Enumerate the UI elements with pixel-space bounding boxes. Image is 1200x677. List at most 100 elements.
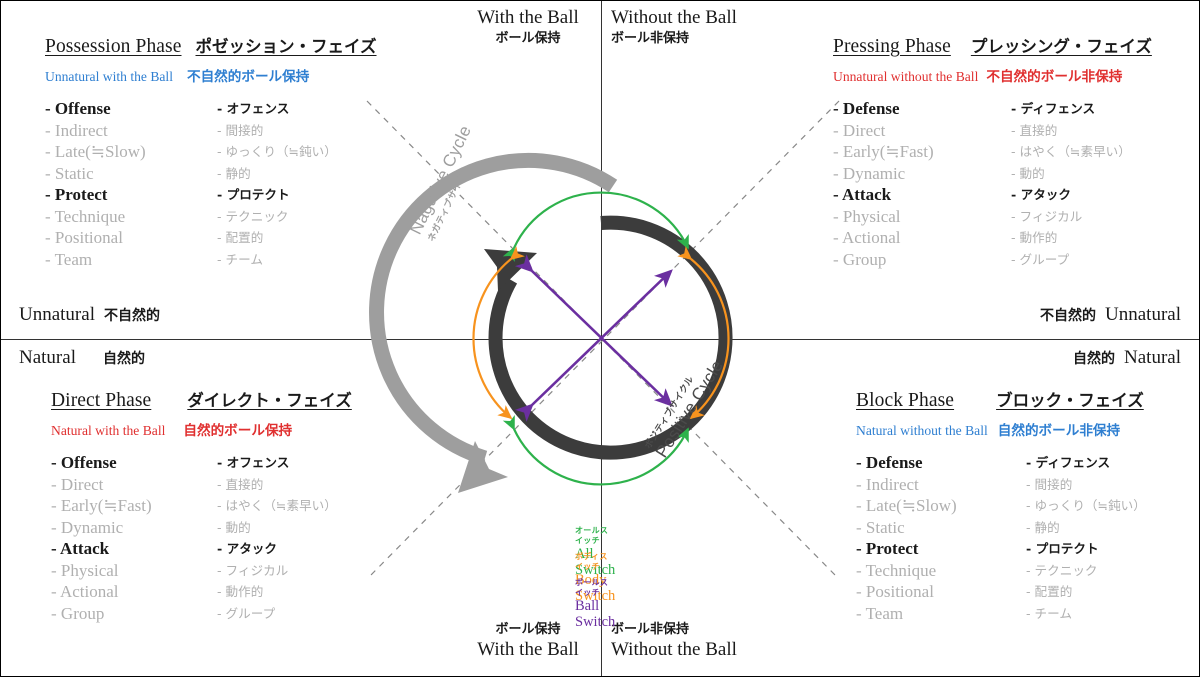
list-item: - グループ: [217, 605, 276, 621]
list-item: - チーム: [217, 251, 263, 267]
phase-title-en: Block Phase: [856, 390, 955, 411]
list-item: - Early(≒Fast): [51, 496, 152, 515]
quadrant-pressing-phase: Pressing Phase プレッシング・フェイズ Unnatural wit…: [833, 33, 1152, 270]
list-item: - Actional: [51, 582, 119, 601]
list-item: - Offense: [51, 453, 117, 472]
phase-title-jp: ブロック・フェイズ: [996, 391, 1144, 410]
list-item: - Actional: [833, 228, 901, 247]
list-item: - Defense: [833, 99, 900, 118]
phase-subtitle-en: Unnatural without the Ball: [833, 69, 979, 84]
list-item: - 動的: [1011, 165, 1045, 181]
phase-subtitle-en: Unnatural with the Ball: [45, 69, 173, 84]
list-item: - グループ: [1011, 251, 1070, 267]
list-item: - Positional: [45, 228, 123, 247]
list-item: - Late(≒Slow): [856, 496, 957, 515]
list-item: - Offense: [45, 99, 111, 118]
attribute-list-en: - Defense - Indirect - Late(≒Slow) - Sta…: [856, 452, 1026, 624]
attribute-lists: - Offense - Indirect - Late(≒Slow) - Sta…: [45, 98, 377, 270]
caption-top-without-ball-en: Without the Ball: [611, 7, 737, 28]
caption-left-natural-en: Natural: [19, 347, 76, 368]
list-item: - ディフェンス: [1011, 101, 1096, 116]
phase-subtitle-jp: 自然的ボール非保持: [997, 423, 1121, 439]
quadrant-subtitle-row: Unnatural without the Ball 不自然的ボール非保持: [833, 65, 1152, 85]
list-item: - Dynamic: [833, 163, 906, 183]
attribute-list-en: - Offense - Indirect - Late(≒Slow) - Sta…: [45, 98, 217, 270]
phase-title-en: Direct Phase: [51, 390, 152, 411]
attribute-list-en: - Offense - Direct - Early(≒Fast) - Dyna…: [51, 452, 217, 624]
list-item: - Group: [51, 603, 105, 623]
list-item: - ゆっくり（≒鈍い）: [217, 144, 337, 159]
list-item: - Attack: [833, 185, 892, 204]
ball-switch-arrows: [514, 254, 673, 422]
list-item: - Static: [856, 517, 905, 537]
list-item: - 配置的: [217, 230, 264, 245]
attribute-list-jp: - ディフェンス - 直接的 - はやく（≒素早い） - 動的 - アタック -…: [1011, 98, 1131, 270]
list-item: - フィジカル: [1011, 208, 1083, 224]
list-item: - Direct: [833, 120, 886, 140]
list-item: - 動的: [217, 519, 251, 535]
list-item: - プロテクト: [217, 187, 290, 202]
quadrant-title-row: Possession Phase ポゼッション・フェイズ: [45, 33, 377, 58]
phase-title-jp: プレッシング・フェイズ: [970, 37, 1152, 56]
caption-left-natural: Natural 自然的: [19, 347, 145, 369]
quadrant-subtitle-row: Unnatural with the Ball 不自然的ボール保持: [45, 65, 377, 85]
list-item: - Positional: [856, 582, 934, 601]
caption-top-without-ball: Without the Ball ボール非保持: [611, 7, 791, 48]
quadrant-title-row: Block Phase ブロック・フェイズ: [856, 387, 1146, 412]
attribute-list-jp: - ディフェンス - 間接的 - ゆっくり（≒鈍い） - 静的 - プロテクト …: [1026, 452, 1146, 624]
phase-subtitle-jp: 不自然的ボール保持: [186, 69, 310, 85]
list-item: - アタック: [1011, 187, 1071, 202]
list-item: - はやく（≒素早い）: [217, 498, 337, 513]
attribute-lists: - Defense - Indirect - Late(≒Slow) - Sta…: [856, 452, 1146, 624]
legend-label-en: Ball Switch: [575, 598, 616, 630]
diagram-canvas: Nagative Cycle ネガティブサイクル ポジティブサイクル Posit…: [0, 0, 1200, 677]
phase-title-en: Pressing Phase: [833, 36, 951, 57]
list-item: - ゆっくり（≒鈍い）: [1026, 498, 1146, 513]
list-item: - 直接的: [217, 476, 264, 492]
list-item: - ディフェンス: [1026, 455, 1111, 470]
list-item: - Indirect: [45, 120, 108, 140]
list-item: - Protect: [45, 185, 108, 204]
list-item: - オフェンス: [217, 455, 290, 470]
list-item: - テクニック: [217, 208, 289, 224]
attribute-list-en: - Defense - Direct - Early(≒Fast) - Dyna…: [833, 98, 1011, 270]
caption-right-natural-en: Natural: [1124, 347, 1181, 368]
phase-subtitle-jp: 不自然的ボール非保持: [986, 69, 1123, 85]
phase-subtitle-en: Natural with the Ball: [51, 423, 166, 438]
list-item: - Physical: [51, 560, 119, 580]
list-item: - プロテクト: [1026, 541, 1099, 556]
phase-subtitle-jp: 自然的ボール保持: [183, 423, 293, 439]
phase-title-en: Possession Phase: [45, 36, 182, 57]
list-item: - 直接的: [1011, 122, 1058, 138]
legend-label-jp: ボールスイッチ: [575, 578, 609, 597]
list-item: - 静的: [1026, 519, 1060, 535]
list-item: - Early(≒Fast): [833, 142, 934, 161]
list-item: - チーム: [1026, 605, 1072, 621]
attribute-list-jp: - オフェンス - 間接的 - ゆっくり（≒鈍い） - 静的 - プロテクト -…: [217, 98, 337, 270]
quadrant-possession-phase: Possession Phase ポゼッション・フェイズ Unnatural w…: [45, 33, 377, 270]
caption-bottom-without-ball-jp: ボール非保持: [611, 622, 690, 637]
list-item: - Technique: [856, 560, 937, 580]
legend-label-jp: ボディスイッチ: [575, 552, 608, 571]
attribute-list-jp: - オフェンス - 直接的 - はやく（≒素早い） - 動的 - アタック - …: [217, 452, 337, 624]
list-item: - Indirect: [856, 474, 919, 494]
caption-top-with-ball-jp: ボール保持: [495, 31, 561, 46]
attribute-lists: - Defense - Direct - Early(≒Fast) - Dyna…: [833, 98, 1152, 270]
legend-label-ball-switch: ボールスイッチ Ball Switch: [575, 578, 615, 630]
caption-top-with-ball-en: With the Ball: [477, 7, 579, 28]
phase-title-jp: ダイレクト・フェイズ: [187, 391, 352, 410]
list-item: - 間接的: [217, 122, 264, 138]
quadrant-title-row: Pressing Phase プレッシング・フェイズ: [833, 33, 1152, 58]
list-item: - Static: [45, 163, 94, 183]
list-item: - Physical: [833, 206, 901, 226]
list-item: - Team: [45, 249, 93, 269]
quadrant-direct-phase: Direct Phase ダイレクト・フェイズ Natural with the…: [51, 387, 352, 624]
caption-right-unnatural: 不自然的 Unnatural: [1040, 304, 1181, 326]
list-item: - オフェンス: [217, 101, 290, 116]
caption-left-unnatural: Unnatural 不自然的: [19, 304, 160, 326]
list-item: - Group: [833, 249, 887, 269]
list-item: - Defense: [856, 453, 923, 472]
quadrant-subtitle-row: Natural without the Ball 自然的ボール非保持: [856, 419, 1146, 439]
list-item: - テクニック: [1026, 562, 1098, 578]
caption-right-unnatural-jp: 不自然的: [1040, 308, 1097, 324]
